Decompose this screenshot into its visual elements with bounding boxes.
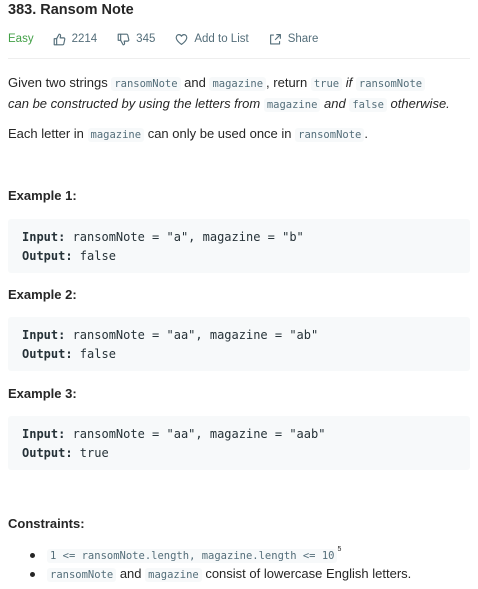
input-value: ransomNote = "a", magazine = "b" [65,230,304,244]
output-key: Output: [22,446,73,460]
description-paragraph-2: Each letter in magazine can only be used… [8,124,474,145]
input-key: Input: [22,230,66,244]
desc-text: Each letter in [8,126,88,141]
input-value: ransomNote = "aa", magazine = "aab" [65,427,326,441]
inline-code: false [349,98,387,112]
desc-text-italic: otherwise. [386,96,450,111]
dislike-count: 345 [136,33,156,45]
difficulty-badge: Easy [8,33,34,45]
inline-code: ransomNote [295,128,365,142]
constraint-text: and [116,566,146,581]
share-button[interactable]: Share [269,31,319,47]
example-1-label: Example 1: [8,188,77,203]
inline-code: true [310,77,343,91]
constraint-item: 1 <= ransomNote.length, magazine.length … [30,545,411,564]
add-to-list-button[interactable]: Add to List [175,31,249,47]
superscript: 5 [337,546,342,553]
output-value: true [72,446,109,460]
constraints-list: 1 <= ransomNote.length, magazine.length … [30,545,411,583]
example-2-label: Example 2: [8,287,77,302]
dislike-button[interactable]: 345 [117,31,155,47]
constraint-text: consist of lowercase English letters. [201,566,412,581]
example-3-block: Input: ransomNote = "aa", magazine = "aa… [8,416,470,470]
desc-text-italic: and [320,96,350,111]
input-key: Input: [22,328,66,342]
inline-code: magazine [87,128,145,142]
inline-code: magazine [209,77,267,91]
desc-text: , return [266,75,311,90]
thumbs-down-icon [117,33,130,45]
problem-meta-bar: Easy 2214 345 Add to List Share [8,31,470,59]
example-1-block: Input: ransomNote = "a", magazine = "b" … [8,219,470,273]
heart-icon [176,33,188,45]
inline-code: ransomNote [111,77,181,91]
inline-code: ransomNote [355,77,426,91]
constraints-heading: Constraints: [8,516,85,531]
description-paragraph-1: Given two strings ransomNote and magazin… [8,73,474,115]
output-value: false [72,347,116,361]
desc-text: Given two strings [8,75,112,90]
input-key: Input: [22,427,66,441]
add-to-list-label: Add to List [194,33,249,45]
example-3-label: Example 3: [8,386,77,401]
constraint-item: ransomNote and magazine consist of lower… [30,564,411,583]
output-value: false [72,249,116,263]
inline-code: magazine [263,98,321,112]
desc-text-italic: can be constructed by using the letters … [8,96,264,111]
input-value: ransomNote = "aa", magazine = "ab" [65,328,319,342]
share-label: Share [287,33,319,45]
problem-title: 383. Ransom Note [8,2,134,18]
desc-text: and [180,75,210,90]
output-key: Output: [22,249,73,263]
desc-text: can only be used once in [144,126,296,141]
inline-code: 1 <= ransomNote.length, magazine.length … [47,549,338,563]
thumbs-up-icon [53,33,65,45]
desc-text: . [364,126,368,141]
desc-text-italic: if [342,75,356,90]
output-key: Output: [22,347,73,361]
inline-code: magazine [145,568,202,582]
example-2-block: Input: ransomNote = "aa", magazine = "ab… [8,317,470,371]
inline-code: ransomNote [47,568,117,582]
share-icon [269,33,281,45]
like-button[interactable]: 2214 [53,31,98,47]
like-count: 2214 [71,33,98,45]
